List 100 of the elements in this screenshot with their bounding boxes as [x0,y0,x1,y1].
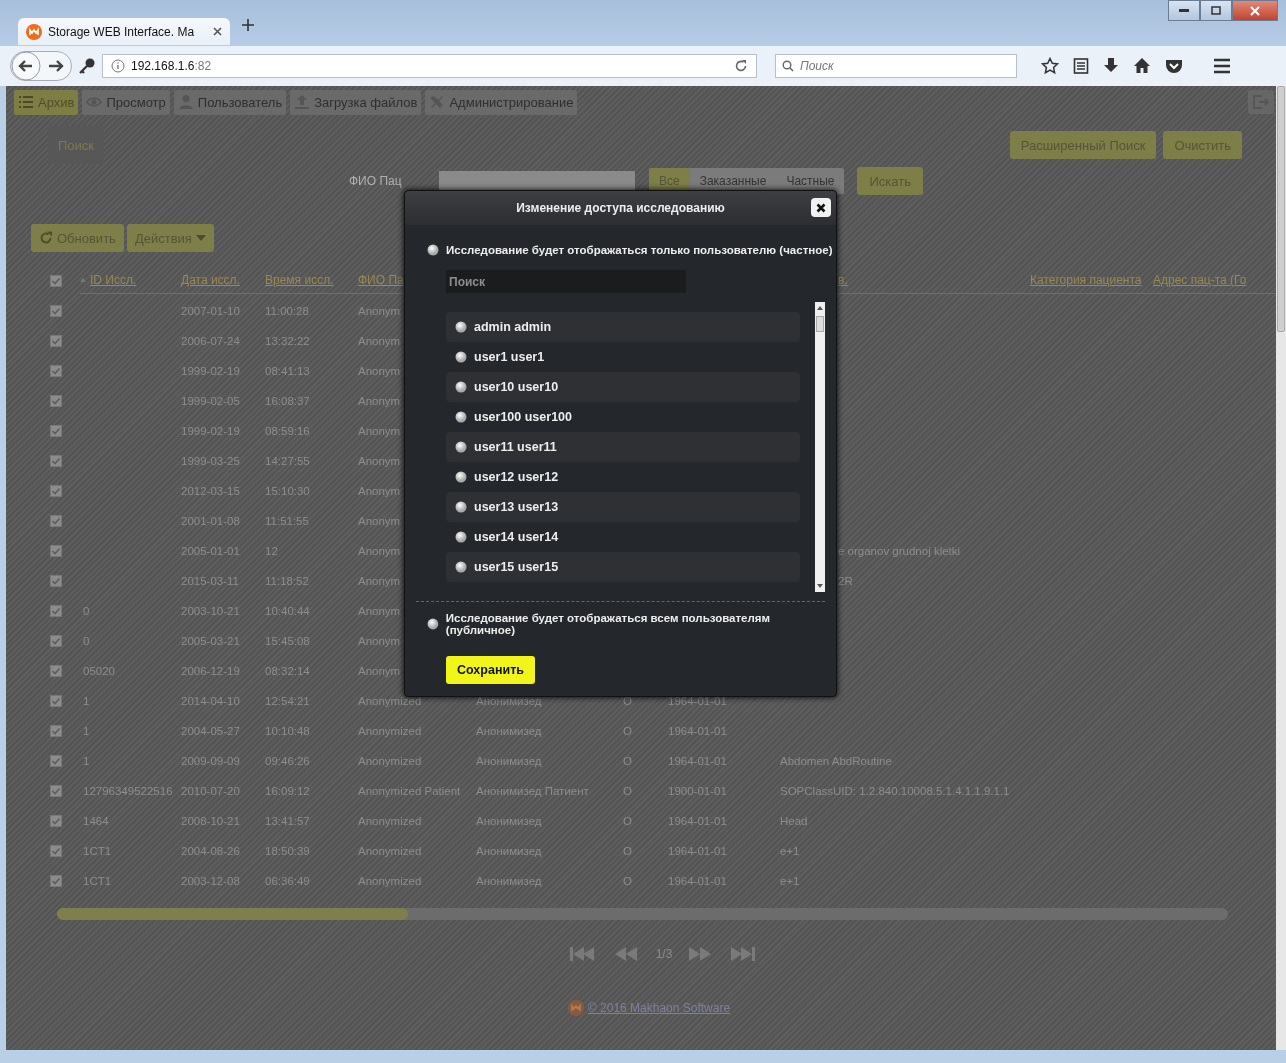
key-icon[interactable] [78,57,96,75]
save-button[interactable]: Сохранить [446,656,535,684]
table-cell: 08:32:14 [265,665,310,677]
checkbox[interactable] [50,635,62,647]
checkbox[interactable] [50,725,62,737]
nav-tab[interactable]: Пользователь [173,89,287,115]
column-header[interactable]: Время иссл. [265,272,334,287]
user-list-item[interactable]: user15 user15 [446,552,800,582]
star-icon[interactable] [1041,57,1059,75]
column-header[interactable]: ID Иссл. [90,272,137,287]
radio-button[interactable] [455,411,467,423]
tab-title: Storage WEB Interface. Ma [48,24,196,39]
checkbox[interactable] [50,575,62,587]
checkbox[interactable] [50,455,62,467]
table-cell: 2007-01-10 [181,305,240,317]
radio-button[interactable] [455,561,467,573]
public-option-label[interactable]: Исследование будет отображаться всем пользователям (публичное) [445,612,836,636]
nav-tab[interactable]: Загрузка файлов [290,89,422,115]
pocket-icon[interactable] [1165,58,1183,74]
checkbox[interactable] [50,335,62,347]
table-cell: 12796349522516 [83,785,173,797]
table-cell: 1999-02-05 [181,395,240,407]
table-cell: Анонимизед [476,725,542,737]
user-list-item[interactable]: user10 user10 [446,372,800,402]
checkbox[interactable] [50,815,62,827]
table-cell: 1900-01-01 [668,785,727,797]
radio-button[interactable] [455,531,467,543]
back-icon[interactable] [11,51,41,81]
radio-button[interactable] [455,381,467,393]
close-button[interactable] [811,198,831,217]
checkbox[interactable] [50,755,62,767]
nav-tab[interactable]: Администрирование [425,89,578,115]
checkbox[interactable] [50,785,62,797]
checkbox[interactable] [50,875,62,887]
radio-button[interactable] [427,244,439,256]
table-cell: 1464 [83,815,109,827]
checkbox[interactable] [50,485,62,497]
browser-tab[interactable]: Storage WEB Interface. Ma [18,18,230,45]
reading-list-icon[interactable] [1073,57,1089,75]
menu-icon[interactable] [1213,58,1231,74]
checkbox[interactable] [50,605,62,617]
private-option-label[interactable]: Исследование будет отображаться только пользователю (частное) [446,244,833,256]
radio-button[interactable] [455,471,467,483]
table-cell: Anonym [358,485,401,497]
user-list-item[interactable]: user14 user14 [446,522,800,552]
user-list-item[interactable]: user100 user100 [446,402,800,432]
user-search-field[interactable]: Поиск [446,270,686,293]
scroll-up-icon[interactable] [817,306,823,310]
horizontal-scrollbar[interactable] [57,908,1228,920]
radio-button[interactable] [455,351,467,363]
user-list-item[interactable]: user12 user12 [446,462,800,492]
maximize-button[interactable] [1200,0,1232,21]
table-cell: Anonym [358,335,401,347]
checkbox[interactable] [50,515,62,527]
copyright-link[interactable]: © 2016 Makhaon Software [587,1001,731,1015]
vertical-scrollbar[interactable] [1276,86,1286,1050]
home-icon[interactable] [1133,57,1151,75]
minimize-button[interactable] [1168,0,1200,21]
checkbox[interactable] [50,695,62,707]
checkbox[interactable] [50,395,62,407]
checkbox[interactable] [50,425,62,437]
radio-button[interactable] [427,618,439,630]
search-icon [782,60,794,72]
reload-icon[interactable] [734,59,748,73]
download-icon[interactable] [1103,57,1119,75]
nav-tab[interactable]: Просмотр [82,89,170,115]
radio-button[interactable] [455,441,467,453]
search-field[interactable]: Поиск [775,54,1017,78]
column-header[interactable]: ФИО Па [358,272,404,287]
scroll-thumb[interactable] [816,316,824,332]
table-cell: 2003-12-08 [181,875,240,887]
column-header[interactable]: Категория пациента [1030,272,1142,287]
list-scrollbar[interactable] [815,302,825,592]
name-input-field[interactable] [439,171,635,191]
column-header[interactable]: Дата иссл. [181,272,240,287]
address-bar[interactable]: 192.168.1.6:82 [102,54,757,78]
radio-button[interactable] [455,501,467,513]
table-cell: 2014-04-10 [181,695,240,707]
scroll-down-icon[interactable] [817,584,823,588]
column-header[interactable]: Адрес пац-та (Го [1153,272,1247,287]
user-list-item[interactable]: admin admin [446,312,800,342]
close-window-button[interactable] [1232,0,1278,21]
table-cell: 06:36:49 [265,875,310,887]
user-list-item[interactable]: user13 user13 [446,492,800,522]
user-list-item[interactable]: user11 user11 [446,432,800,462]
table-cell: Abdomen AbdRoutine [780,755,892,767]
table-cell: Anonymized [358,875,422,887]
checkbox[interactable] [50,845,62,857]
close-icon[interactable] [213,27,222,36]
radio-button[interactable] [455,321,467,333]
checkbox[interactable] [50,305,62,317]
checkbox[interactable] [50,275,62,287]
table-cell: Anonym [358,455,401,467]
column-header[interactable]: в. [838,272,848,287]
checkbox[interactable] [50,665,62,677]
close-icon [1250,5,1260,16]
table-cell: Anonym [358,515,401,527]
checkbox[interactable] [50,545,62,557]
checkbox[interactable] [50,365,62,377]
user-list-item[interactable]: user1 user1 [446,342,800,372]
